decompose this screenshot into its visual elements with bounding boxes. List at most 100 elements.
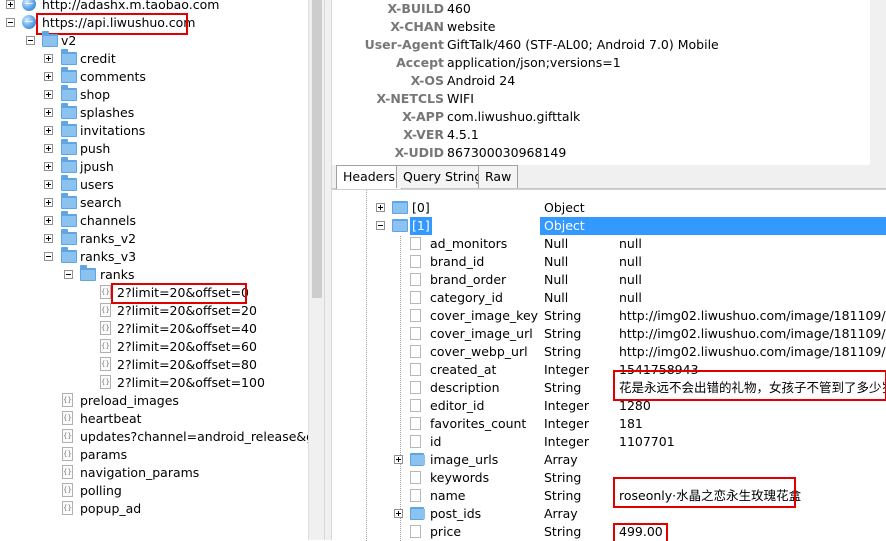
tree-request-item[interactable]: {} popup_ad	[0, 500, 308, 518]
json-field-row[interactable]: cover_image_key String http://img02.liwush…	[332, 307, 886, 325]
tree-request-item[interactable]: {} navigation_params	[0, 464, 308, 482]
folder-label: ranks_v3	[80, 249, 137, 264]
expand-icon[interactable]	[44, 234, 53, 243]
json-type: Null	[544, 272, 569, 287]
expand-icon[interactable]	[6, 0, 15, 9]
tree-request-item[interactable]: {} preload_images	[0, 392, 308, 410]
collapse-icon[interactable]	[26, 36, 35, 45]
tree-request-item[interactable]: {} 2?limit=20&offset=20	[0, 302, 308, 320]
folder-icon	[61, 139, 77, 155]
expand-icon[interactable]	[44, 90, 53, 99]
folder-icon	[410, 507, 425, 520]
tree-folder-item[interactable]: push	[0, 139, 308, 158]
header-key: Accept	[396, 55, 444, 70]
json-tree[interactable]: [0] Object [1] Object ad_monitors Null nul…	[332, 189, 886, 541]
tree-folder-item[interactable]: search	[0, 193, 308, 212]
json-row-index1[interactable]: [1] Object	[332, 217, 886, 235]
tree-request-item[interactable]: {} 2?limit=20&offset=40	[0, 320, 308, 338]
collapse-icon[interactable]	[44, 252, 53, 261]
scrollbar-thumb[interactable]	[312, 0, 322, 298]
file-icon: {}	[100, 339, 111, 353]
request-label: popup_ad	[80, 501, 142, 516]
json-field-row[interactable]: ad_monitors Null null	[332, 235, 886, 253]
request-headers-panel: X-BUILD 460 X-CHAN website User-Agent GiftTal…	[332, 0, 886, 165]
json-field-row[interactable]: image_urls Array	[332, 451, 886, 469]
tree-folder-item[interactable]: credit	[0, 49, 308, 68]
tree-folder-item[interactable]: splashes	[0, 103, 308, 122]
tree-request-item[interactable]: {} 2?limit=20&offset=80	[0, 356, 308, 374]
json-field-row[interactable]: post_ids Array	[332, 505, 886, 523]
folder-icon	[42, 31, 58, 47]
expand-icon[interactable]	[44, 108, 53, 117]
expand-icon[interactable]	[44, 72, 53, 81]
expand-icon[interactable]	[44, 198, 53, 207]
json-field-row[interactable]: id Integer 1107701	[332, 433, 886, 451]
expand-icon[interactable]	[44, 54, 53, 63]
tree-request-item[interactable]: {} 2?limit=20&offset=60	[0, 338, 308, 356]
json-field-row[interactable]: cover_image_url String http://img02.liwush…	[332, 325, 886, 343]
tree-folder-ranks[interactable]: ranks	[0, 265, 308, 284]
json-field-row[interactable]: price String 499.00	[332, 523, 886, 541]
tree-folder-item[interactable]: comments	[0, 67, 308, 86]
json-field-row[interactable]: favorites_count Integer 181	[332, 415, 886, 433]
collapse-icon[interactable]	[376, 221, 385, 230]
json-key: post_ids	[430, 506, 482, 521]
json-row-index0[interactable]: [0] Object	[332, 199, 886, 217]
tree-folder-item[interactable]: shop	[0, 85, 308, 104]
file-icon: {}	[62, 411, 73, 425]
expand-icon[interactable]	[394, 455, 403, 464]
tab-query-string[interactable]: Query String	[396, 165, 490, 188]
folder-label: splashes	[80, 105, 135, 120]
tree-folder-item[interactable]: channels	[0, 211, 308, 230]
expand-icon[interactable]	[376, 203, 385, 212]
folder-icon	[80, 265, 96, 281]
collapse-icon[interactable]	[64, 270, 73, 279]
json-key: category_id	[430, 290, 503, 305]
tab-raw[interactable]: Raw	[478, 165, 519, 188]
request-tree[interactable]: http://adashx.m.taobao.com https://api.l…	[0, 0, 308, 540]
expand-icon[interactable]	[44, 216, 53, 225]
tree-request-item[interactable]: {} updates?channel=android_release&ger	[0, 428, 308, 446]
expand-icon[interactable]	[394, 509, 403, 518]
header-value: com.liwushuo.gifttalk	[447, 109, 581, 124]
tree-folder-item[interactable]: invitations	[0, 121, 308, 140]
file-icon	[410, 237, 421, 250]
json-field-row[interactable]: cover_webp_url String http://img02.liwushu…	[332, 343, 886, 361]
expand-icon[interactable]	[44, 144, 53, 153]
tree-request-item[interactable]: {} heartbeat	[0, 410, 308, 428]
tree-folder-v2[interactable]: v2	[0, 31, 308, 50]
tree-folder-item[interactable]: ranks_v3	[0, 247, 308, 266]
json-field-row[interactable]: category_id Null null	[332, 289, 886, 307]
tree-request-item[interactable]: {} params	[0, 446, 308, 464]
collapse-icon[interactable]	[6, 18, 15, 27]
tree-folder-item[interactable]: jpush	[0, 157, 308, 176]
expand-icon[interactable]	[44, 180, 53, 189]
pane-splitter[interactable]	[324, 0, 332, 540]
tree-request-item[interactable]: {} 2?limit=20&offset=100	[0, 374, 308, 392]
file-icon: {}	[100, 357, 111, 371]
tree-folder-item[interactable]: users	[0, 175, 308, 194]
file-icon	[410, 345, 421, 358]
json-field-row[interactable]: brand_id Null null	[332, 253, 886, 271]
json-key: created_at	[430, 362, 497, 377]
tab-headers[interactable]: Headers	[336, 165, 403, 189]
json-type: String	[544, 470, 582, 485]
json-field-row[interactable]: name String roseonly·水晶之恋永生玫瑰花盒	[332, 487, 886, 505]
file-icon	[410, 327, 421, 340]
globe-icon	[22, 15, 36, 29]
header-key: X-OS	[410, 73, 444, 88]
json-field-row[interactable]: keywords String	[332, 469, 886, 487]
tree-request-item[interactable]: {} polling	[0, 482, 308, 500]
expand-icon[interactable]	[44, 162, 53, 171]
tree-host-item[interactable]: http://adashx.m.taobao.com	[0, 0, 308, 14]
folder-label: jpush	[80, 159, 114, 174]
json-type: Null	[544, 236, 569, 251]
expand-icon[interactable]	[44, 126, 53, 135]
header-row: X-APP com.liwushuo.gifttalk	[332, 108, 886, 126]
json-field-row[interactable]: brand_order Null null	[332, 271, 886, 289]
tree-folder-item[interactable]: ranks_v2	[0, 229, 308, 248]
json-type: Null	[544, 290, 569, 305]
json-type: Array	[544, 452, 578, 467]
headers-scrollbar[interactable]	[870, 0, 886, 165]
tree-scrollbar[interactable]	[308, 0, 325, 540]
